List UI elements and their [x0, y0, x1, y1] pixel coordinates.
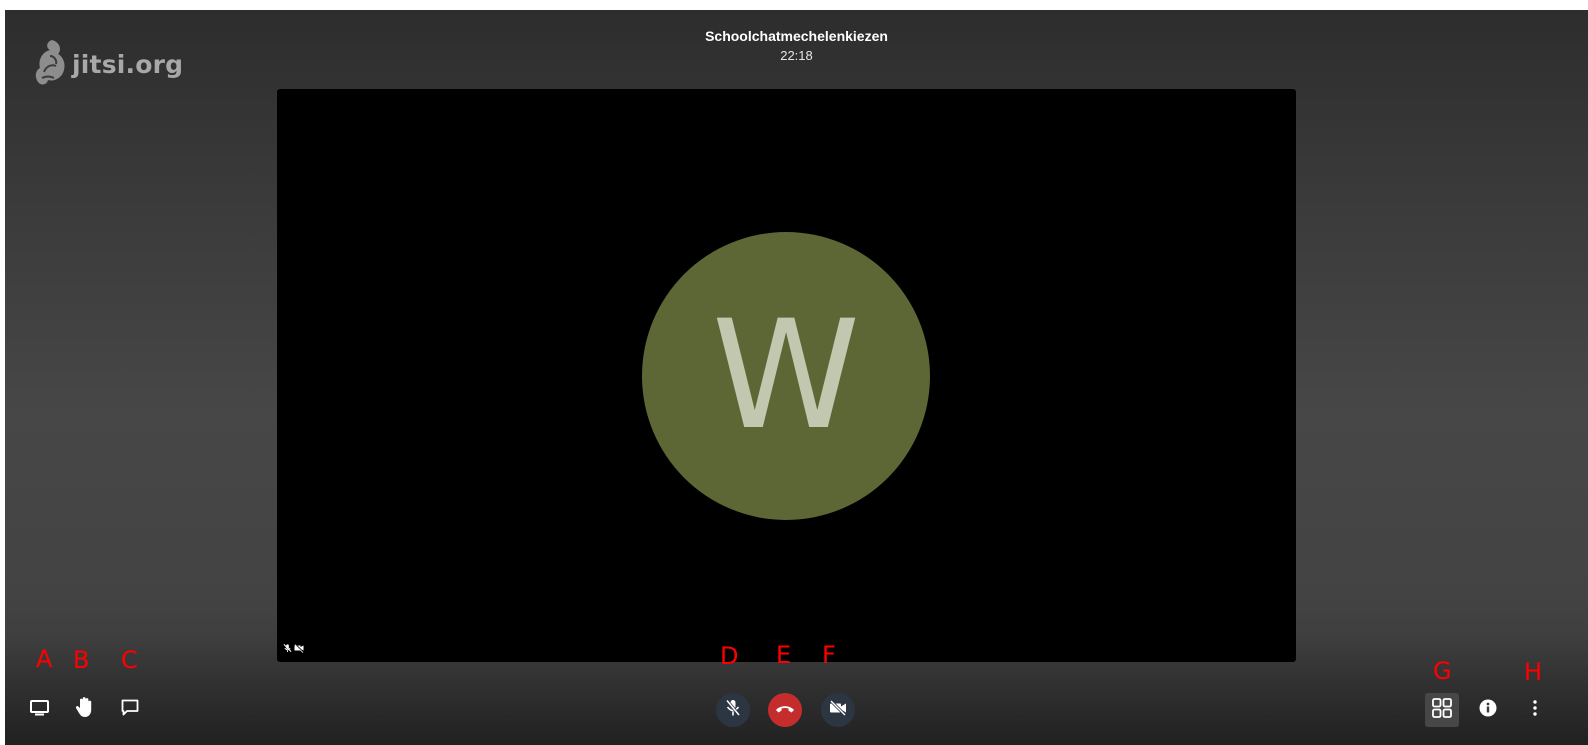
tile-view-icon: [1432, 697, 1452, 723]
microphone-muted-icon: [725, 699, 741, 722]
meeting-header: Schoolchatmechelenkiezen 22:18: [5, 28, 1588, 63]
annotation-marker-g: G: [1433, 657, 1452, 685]
conference-stage: jitsi.org Schoolchatmechelenkiezen 22:18…: [5, 10, 1588, 745]
participant-avatar: W: [642, 232, 930, 520]
hangup-button[interactable]: [768, 693, 802, 727]
chat-icon: [121, 699, 139, 721]
info-icon: [1479, 699, 1497, 722]
more-options-button[interactable]: [1523, 698, 1547, 722]
annotation-marker-a: A: [36, 645, 53, 673]
chat-button[interactable]: [118, 697, 142, 723]
annotation-marker-h: H: [1524, 658, 1543, 686]
annotation-marker-d: D: [720, 642, 739, 670]
raise-hand-button[interactable]: [72, 696, 96, 722]
annotation-marker-b: B: [73, 646, 90, 674]
camera-off-icon: [829, 699, 847, 721]
tile-view-button[interactable]: [1425, 693, 1459, 727]
mic-muted-status-icon: [283, 640, 292, 658]
screen-share-button[interactable]: [27, 697, 51, 723]
screen-share-icon: [29, 699, 49, 721]
avatar-initial: W: [711, 289, 861, 463]
meeting-title: Schoolchatmechelenkiezen: [705, 28, 888, 44]
annotation-marker-c: C: [121, 646, 138, 674]
raise-hand-icon: [74, 696, 94, 723]
hangup-icon: [775, 701, 795, 719]
info-button[interactable]: [1476, 698, 1500, 722]
camera-toggle-button[interactable]: [821, 693, 855, 727]
participant-status-indicators: [283, 640, 304, 658]
meeting-duration: 22:18: [780, 48, 813, 63]
camera-muted-status-icon: [294, 640, 304, 658]
annotation-marker-e: E: [776, 641, 792, 669]
annotation-marker-f: F: [822, 641, 836, 669]
more-options-icon: [1533, 699, 1537, 721]
large-video[interactable]: W: [277, 89, 1296, 662]
microphone-toggle-button[interactable]: [716, 693, 750, 727]
